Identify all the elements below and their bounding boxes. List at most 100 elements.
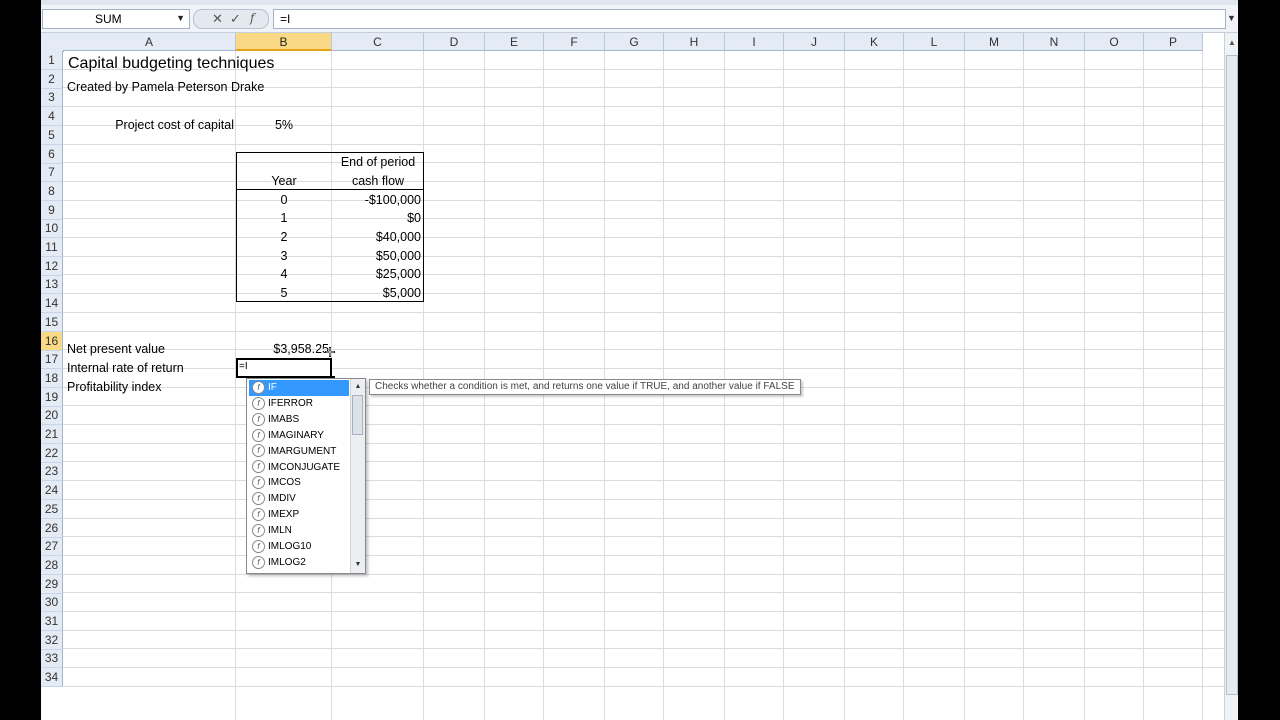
column-header-J[interactable]: J (784, 33, 845, 51)
cash-flow-cell[interactable]: $25,000 (332, 267, 421, 281)
cash-flow-cell[interactable]: $0 (332, 211, 421, 225)
year-cell[interactable]: 3 (236, 249, 332, 263)
row-header-26[interactable]: 26 (41, 518, 63, 538)
scroll-up-icon[interactable]: ▲ (351, 380, 365, 394)
cash-flow-cell[interactable]: $40,000 (332, 230, 421, 244)
expand-formula-icon[interactable]: ▼ (1227, 13, 1236, 23)
row-header-33[interactable]: 33 (41, 649, 63, 669)
autocomplete-scrollbar[interactable]: ▲ ▼ (350, 379, 365, 573)
column-header-F[interactable]: F (544, 33, 605, 51)
column-header-P[interactable]: P (1144, 33, 1203, 51)
autocomplete-item[interactable]: f IF (249, 380, 349, 396)
cell-A16[interactable]: Internal rate of return (67, 361, 184, 375)
cash-flow-cell[interactable]: $5,000 (332, 286, 421, 300)
cell-A2[interactable]: Created by Pamela Peterson Drake (67, 80, 264, 94)
column-header-K[interactable]: K (845, 33, 904, 51)
column-header-B[interactable]: B (236, 33, 332, 51)
autocomplete-item[interactable]: f IMABS (249, 412, 349, 428)
row-header-4[interactable]: 4 (41, 107, 63, 127)
row-header-10[interactable]: 10 (41, 219, 63, 239)
row-header-22[interactable]: 22 (41, 443, 63, 463)
row-header-21[interactable]: 21 (41, 425, 63, 444)
column-header-M[interactable]: M (965, 33, 1024, 51)
row-header-12[interactable]: 12 (41, 256, 63, 276)
cell-B4[interactable]: 5% (236, 118, 332, 132)
row-header-3[interactable]: 3 (41, 88, 63, 108)
autocomplete-item[interactable]: f IMDIV (249, 491, 349, 507)
row-header-27[interactable]: 27 (41, 537, 63, 557)
insert-function-icon[interactable]: f (250, 11, 254, 25)
row-header-19[interactable]: 19 (41, 387, 63, 407)
row-header-17[interactable]: 17 (41, 350, 63, 370)
autocomplete-item[interactable]: f IMLOG2 (249, 555, 349, 571)
enter-icon[interactable]: ✓ (230, 11, 241, 27)
cash-flow-cell[interactable]: -$100,000 (332, 193, 421, 207)
row-header-11[interactable]: 11 (41, 238, 63, 257)
cell-B6[interactable]: Year (236, 174, 332, 188)
year-cell[interactable]: 0 (236, 193, 332, 207)
row-header-24[interactable]: 24 (41, 481, 63, 501)
row-header-9[interactable]: 9 (41, 200, 63, 220)
column-header-A[interactable]: A (63, 33, 236, 51)
row-header-7[interactable]: 7 (41, 163, 63, 183)
column-header-O[interactable]: O (1085, 33, 1144, 51)
row-header-23[interactable]: 23 (41, 462, 63, 482)
active-cell-B16[interactable]: =I (236, 358, 332, 378)
row-header-34[interactable]: 34 (41, 668, 63, 688)
row-header-13[interactable]: 13 (41, 275, 63, 295)
autocomplete-item[interactable]: f IMAGINARY (249, 428, 349, 444)
row-header-5[interactable]: 5 (41, 125, 63, 145)
year-cell[interactable]: 2 (236, 230, 332, 244)
scroll-down-icon[interactable]: ▼ (351, 558, 365, 572)
cancel-icon[interactable]: ✕ (212, 11, 223, 27)
worksheet-grid[interactable]: 34 33 32 31 30 29 28 27 26 25 24 23 22 21 20 19 18 17 16 15… (41, 33, 1224, 720)
column-header-I[interactable]: I (725, 33, 784, 51)
column-header-N[interactable]: N (1024, 33, 1085, 51)
row-header-14[interactable]: 14 (41, 294, 63, 314)
autocomplete-item[interactable]: f IMLOG10 (249, 539, 349, 555)
year-cell[interactable]: 4 (236, 267, 332, 281)
row-header-31[interactable]: 31 (41, 612, 63, 631)
autocomplete-item[interactable]: f IMEXP (249, 507, 349, 523)
cell-A4[interactable]: Project cost of capital (64, 118, 234, 132)
scroll-up-icon[interactable]: ▲ (1225, 36, 1238, 50)
column-header-D[interactable]: D (424, 33, 485, 51)
column-header-L[interactable]: L (904, 33, 965, 51)
autocomplete-item[interactable]: f IMCONJUGATE (249, 460, 349, 476)
row-header-28[interactable]: 28 (41, 555, 63, 575)
column-header-G[interactable]: G (605, 33, 664, 51)
row-header-1[interactable]: 1 (41, 51, 63, 70)
autocomplete-scroll-thumb[interactable] (352, 395, 363, 435)
chevron-down-icon[interactable]: ▼ (176, 13, 185, 23)
row-header-20[interactable]: 20 (41, 406, 63, 426)
cash-flow-cell[interactable]: $50,000 (332, 249, 421, 263)
cell-C6-line1[interactable]: End of period (332, 155, 424, 169)
cell-A17[interactable]: Profitability index (67, 380, 162, 394)
row-header-18[interactable]: 18 (41, 368, 63, 388)
year-cell[interactable]: 1 (236, 211, 332, 225)
name-box[interactable]: SUM ▼ (42, 9, 190, 29)
year-cell[interactable]: 5 (236, 286, 332, 300)
row-header-8[interactable]: 8 (41, 181, 63, 201)
cell-B15[interactable]: $3,958.25 (236, 342, 329, 356)
autocomplete-item[interactable]: f IMARGUMENT (249, 444, 349, 460)
cell-C6-line2[interactable]: cash flow (332, 174, 424, 188)
formula-input[interactable]: =I (273, 9, 1226, 29)
cell-A15[interactable]: Net present value (67, 342, 165, 356)
column-header-C[interactable]: C (332, 33, 424, 51)
select-all-corner[interactable] (41, 33, 64, 52)
row-header-32[interactable]: 32 (41, 630, 63, 650)
row-header-29[interactable]: 29 (41, 574, 63, 594)
row-header-6[interactable]: 6 (41, 144, 63, 164)
column-header-H[interactable]: H (664, 33, 725, 51)
row-header-16[interactable]: 16 (41, 331, 63, 351)
vertical-scroll-thumb[interactable] (1226, 55, 1238, 695)
row-header-25[interactable]: 25 (41, 499, 63, 519)
column-header-E[interactable]: E (485, 33, 544, 51)
autocomplete-item[interactable]: f IMCOS (249, 475, 349, 491)
autocomplete-item[interactable]: f IMLN (249, 523, 349, 539)
function-autocomplete-list[interactable]: ▲ ▼ f IF f IFERROR f IMABS f IMAGINARY f IMARGUME… (246, 378, 366, 574)
autocomplete-item[interactable]: f IFERROR (249, 396, 349, 412)
row-header-15[interactable]: 15 (41, 312, 63, 332)
row-header-30[interactable]: 30 (41, 593, 63, 613)
